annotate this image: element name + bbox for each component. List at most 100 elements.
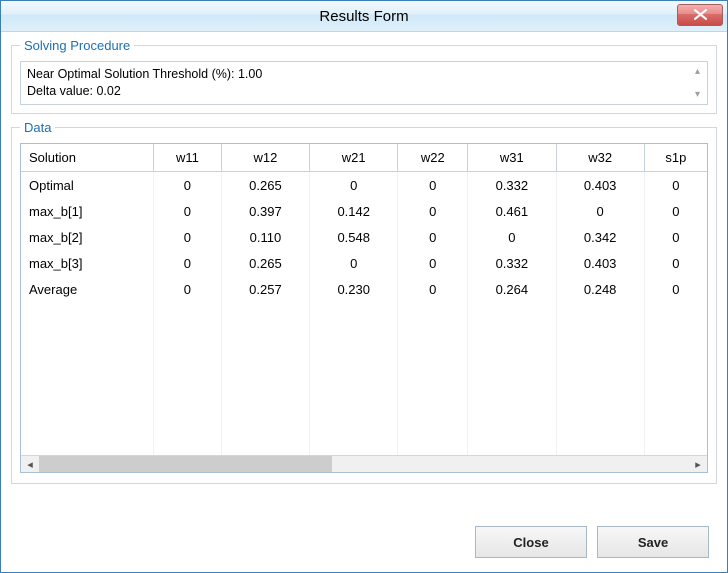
table-cell bbox=[221, 328, 309, 354]
window-title: Results Form bbox=[319, 8, 408, 25]
table-cell bbox=[21, 354, 154, 380]
table-cell: 0 bbox=[398, 250, 468, 276]
table-cell bbox=[154, 380, 222, 406]
close-icon bbox=[694, 8, 707, 23]
table-cell: 0.265 bbox=[221, 172, 309, 199]
table-header-cell[interactable]: w32 bbox=[556, 144, 644, 172]
table-cell: 0 bbox=[398, 276, 468, 302]
data-table-container: Solutionw11w12w21w22w31w32s1p Optimal00.… bbox=[20, 143, 708, 473]
table-cell bbox=[556, 328, 644, 354]
client-area: Solving Procedure Near Optimal Solution … bbox=[1, 32, 727, 572]
table-cell: 0 bbox=[154, 224, 222, 250]
close-button[interactable]: Close bbox=[475, 526, 587, 558]
table-cell bbox=[310, 432, 398, 455]
table-cell bbox=[221, 380, 309, 406]
data-group: Data Solutionw11w12w21w22w31w32s1p Optim… bbox=[11, 120, 717, 484]
table-row bbox=[21, 302, 707, 328]
table-cell bbox=[398, 354, 468, 380]
scrollbar-track[interactable] bbox=[39, 456, 689, 472]
table-row[interactable]: max_b[3]00.265000.3320.4030 bbox=[21, 250, 707, 276]
table-cell bbox=[398, 432, 468, 455]
table-cell: 0 bbox=[398, 224, 468, 250]
table-cell: max_b[3] bbox=[21, 250, 154, 276]
table-row[interactable]: max_b[2]00.1100.548000.3420 bbox=[21, 224, 707, 250]
table-cell bbox=[21, 328, 154, 354]
table-cell: 0.257 bbox=[221, 276, 309, 302]
table-cell bbox=[154, 328, 222, 354]
table-row bbox=[21, 380, 707, 406]
table-cell bbox=[221, 354, 309, 380]
table-cell bbox=[21, 302, 154, 328]
window-close-button[interactable] bbox=[677, 4, 723, 26]
table-cell: Average bbox=[21, 276, 154, 302]
table-cell bbox=[468, 302, 556, 328]
table-cell: 0.548 bbox=[310, 224, 398, 250]
table-cell: 0 bbox=[398, 172, 468, 199]
scroll-down-icon[interactable]: ▾ bbox=[690, 87, 705, 102]
table-header-cell[interactable]: w21 bbox=[310, 144, 398, 172]
table-header-cell[interactable]: w11 bbox=[154, 144, 222, 172]
table-header-row: Solutionw11w12w21w22w31w32s1p bbox=[21, 144, 707, 172]
table-cell bbox=[556, 406, 644, 432]
table-row[interactable]: Optimal00.265000.3320.4030 bbox=[21, 172, 707, 199]
table-cell: 0.332 bbox=[468, 250, 556, 276]
table-cell: 0 bbox=[556, 198, 644, 224]
table-cell bbox=[310, 328, 398, 354]
table-cell: 0.461 bbox=[468, 198, 556, 224]
table-cell bbox=[154, 432, 222, 455]
table-cell: 0.332 bbox=[468, 172, 556, 199]
solving-procedure-box: Near Optimal Solution Threshold (%): 1.0… bbox=[20, 61, 708, 105]
results-window: Results Form Solving Procedure Near Opti… bbox=[0, 0, 728, 573]
table-cell bbox=[556, 380, 644, 406]
scroll-left-icon[interactable]: ◂ bbox=[21, 456, 39, 472]
table-cell: 0 bbox=[310, 250, 398, 276]
data-table: Solutionw11w12w21w22w31w32s1p Optimal00.… bbox=[21, 144, 707, 455]
table-cell bbox=[21, 432, 154, 455]
scrollbar-thumb[interactable] bbox=[39, 456, 332, 472]
table-cell: 0.342 bbox=[556, 224, 644, 250]
table-row bbox=[21, 354, 707, 380]
table-header-cell[interactable]: w22 bbox=[398, 144, 468, 172]
table-cell: 0.142 bbox=[310, 198, 398, 224]
table-cell: 0 bbox=[644, 224, 707, 250]
table-cell bbox=[154, 354, 222, 380]
table-cell: 0 bbox=[154, 250, 222, 276]
table-cell: 0.397 bbox=[221, 198, 309, 224]
table-cell bbox=[154, 302, 222, 328]
table-cell: 0 bbox=[644, 172, 707, 199]
table-cell: 0 bbox=[154, 198, 222, 224]
table-cell bbox=[468, 380, 556, 406]
table-cell bbox=[398, 380, 468, 406]
table-cell bbox=[398, 406, 468, 432]
scroll-up-icon[interactable]: ▴ bbox=[690, 64, 705, 79]
table-cell: 0 bbox=[644, 198, 707, 224]
table-header-cell[interactable]: s1p bbox=[644, 144, 707, 172]
table-header-cell[interactable]: w12 bbox=[221, 144, 309, 172]
table-cell: max_b[1] bbox=[21, 198, 154, 224]
table-cell bbox=[644, 380, 707, 406]
table-row[interactable]: max_b[1]00.3970.14200.46100 bbox=[21, 198, 707, 224]
table-cell bbox=[556, 354, 644, 380]
scroll-right-icon[interactable]: ▸ bbox=[689, 456, 707, 472]
table-row[interactable]: Average00.2570.23000.2640.2480 bbox=[21, 276, 707, 302]
table-cell bbox=[310, 354, 398, 380]
dialog-buttons: Close Save bbox=[475, 526, 709, 558]
table-cell: 0.264 bbox=[468, 276, 556, 302]
table-cell bbox=[468, 432, 556, 455]
table-cell bbox=[468, 406, 556, 432]
table-cell: 0 bbox=[398, 198, 468, 224]
data-table-scroll[interactable]: Solutionw11w12w21w22w31w32s1p Optimal00.… bbox=[21, 144, 707, 455]
table-row bbox=[21, 432, 707, 455]
table-cell bbox=[556, 432, 644, 455]
table-header-cell[interactable]: Solution bbox=[21, 144, 154, 172]
table-cell bbox=[644, 432, 707, 455]
table-cell: 0 bbox=[154, 172, 222, 199]
save-button[interactable]: Save bbox=[597, 526, 709, 558]
table-cell bbox=[398, 328, 468, 354]
table-header-cell[interactable]: w31 bbox=[468, 144, 556, 172]
table-cell: 0.110 bbox=[221, 224, 309, 250]
table-cell bbox=[221, 406, 309, 432]
horizontal-scrollbar[interactable]: ◂ ▸ bbox=[21, 455, 707, 472]
table-cell bbox=[556, 302, 644, 328]
solving-procedure-group: Solving Procedure Near Optimal Solution … bbox=[11, 38, 717, 114]
